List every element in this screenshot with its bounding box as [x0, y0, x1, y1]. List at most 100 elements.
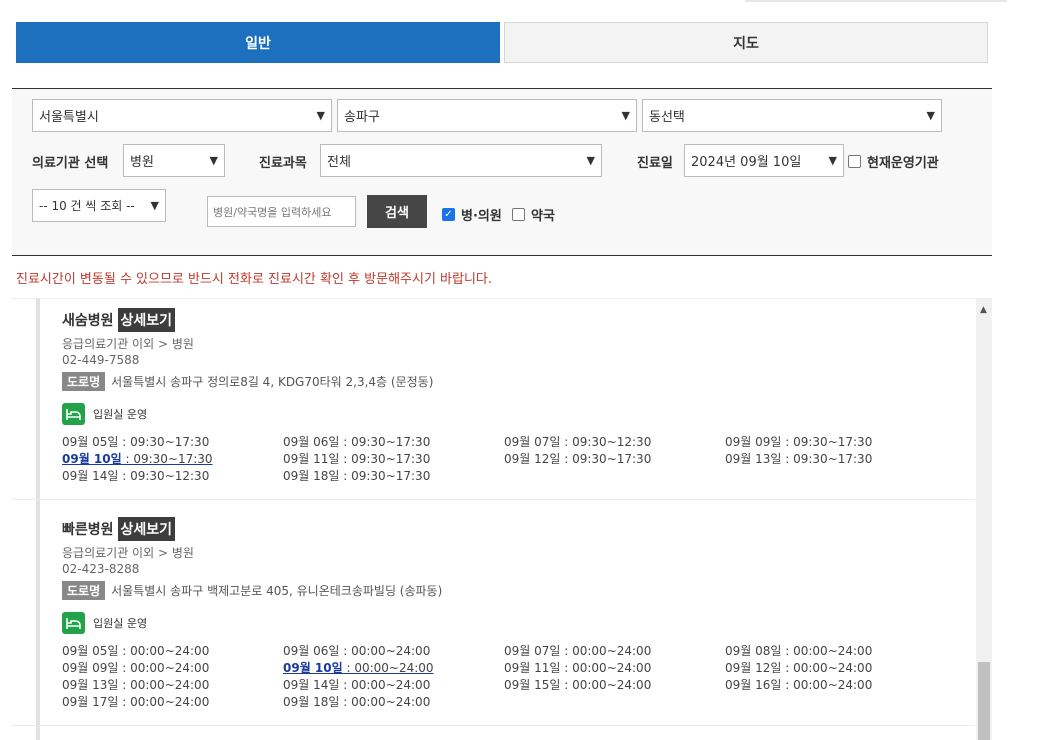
schedule-grid: 09월 05일 : 09:30~17:30 09월 06일 : 09:30~17:…: [62, 434, 962, 484]
schedule-entry: 09월 14일 : 09:30~12:30: [62, 468, 283, 484]
schedule-date: 09월 06일: [283, 435, 340, 449]
schedule-time: : 00:00~24:00: [339, 678, 431, 692]
pharmacy-check-label: 약국: [531, 209, 555, 224]
view-tabs: 일반 지도: [16, 22, 988, 63]
schedule-entry: 09월 13일 : 00:00~24:00: [62, 677, 283, 693]
district-select[interactable]: 송파구 ▼: [337, 99, 637, 132]
schedule-date: 09월 10일: [62, 452, 122, 466]
date-select[interactable]: 2024년 09월 10일 ▼: [684, 144, 844, 177]
tab-general[interactable]: 일반: [16, 22, 500, 63]
schedule-time: : 00:00~24:00: [781, 644, 873, 658]
page-size-select[interactable]: -- 10 건 씩 조회 -- ▼: [32, 189, 166, 222]
schedule-entry: 09월 09일 : 09:30~17:30: [725, 434, 946, 450]
hospital-phone: 02-449-7588: [62, 353, 140, 367]
hospital-address: 도로명 서울특별시 송파구 정의로8길 4, KDG70타워 2,3,4층 (문…: [62, 372, 433, 391]
date-select-value: 2024년 09월 10일: [691, 155, 802, 170]
schedule-entry: 09월 10일 : 09:30~17:30: [62, 451, 283, 467]
chevron-down-icon: ▼: [926, 109, 935, 122]
checkbox-unchecked-icon: [512, 208, 525, 221]
institution-select-value: 병원: [130, 155, 154, 170]
schedule-time: : 00:00~24:00: [560, 644, 652, 658]
schedule-entry: 09월 08일 : 00:00~24:00: [725, 643, 946, 659]
schedule-time: : 09:30~17:30: [339, 435, 431, 449]
road-tag: 도로명: [62, 372, 106, 391]
schedule-time: : 09:30~17:30: [121, 452, 213, 466]
ward-info: 입원실 운영: [62, 403, 147, 425]
schedule-time: : 09:30~17:30: [781, 435, 873, 449]
schedule-time: : 00:00~24:00: [560, 661, 652, 675]
schedule-date: 09월 11일: [283, 452, 340, 466]
schedule-date: 09월 09일: [62, 661, 119, 675]
schedule-entry: 09월 06일 : 09:30~17:30: [283, 434, 504, 450]
schedule-date: 09월 05일: [62, 644, 119, 658]
city-select[interactable]: 서울특별시 ▼: [32, 99, 332, 132]
hospital-name: 새숨병원: [62, 313, 114, 329]
department-select[interactable]: 전체 ▼: [320, 144, 602, 177]
city-select-value: 서울특별시: [39, 110, 99, 125]
hospital-phone: 02-423-8288: [62, 562, 140, 576]
schedule-date: 09월 12일: [725, 661, 782, 675]
schedule-date: 09월 15일: [504, 678, 561, 692]
ward-info: 입원실 운영: [62, 612, 147, 634]
search-input[interactable]: 병원/약국명을 입력하세요: [207, 196, 356, 227]
schedule-entry: 09월 13일 : 09:30~17:30: [725, 451, 946, 467]
schedule-date: 09월 16일: [725, 678, 782, 692]
chevron-down-icon: ▼: [209, 154, 218, 167]
schedule-time: : 09:30~17:30: [781, 452, 873, 466]
dong-select-value: 동선택: [649, 110, 685, 125]
hospital-checkbox[interactable]: ✓ 병·의원: [442, 205, 502, 224]
schedule-entry: 09월 17일 : 00:00~24:00: [62, 694, 283, 710]
chevron-down-icon: ▼: [621, 109, 630, 122]
institution-label: 의료기관 선택: [32, 156, 109, 171]
schedule-time: : 00:00~24:00: [781, 678, 873, 692]
detail-button[interactable]: 상세보기: [117, 517, 176, 541]
schedule-date: 09월 11일: [504, 661, 561, 675]
ward-label: 입원실 운영: [93, 408, 148, 421]
address-text: 서울특별시 송파구 백제고분로 405, 유니온테크송파빌딩 (송파동): [111, 584, 443, 598]
schedule-date: 09월 18일: [283, 469, 340, 483]
schedule-date: 09월 10일: [283, 661, 343, 675]
schedule-entry: 09월 07일 : 09:30~12:30: [504, 434, 725, 450]
schedule-date: 09월 09일: [725, 435, 782, 449]
chevron-down-icon: ▼: [316, 109, 325, 122]
institution-select[interactable]: 병원 ▼: [123, 144, 225, 177]
schedule-entry: 09월 18일 : 00:00~24:00: [283, 694, 504, 710]
schedule-date: 09월 14일: [62, 469, 119, 483]
schedule-entry: 09월 12일 : 09:30~17:30: [504, 451, 725, 467]
search-button[interactable]: 검색: [367, 195, 427, 228]
schedule-entry: 09월 06일 : 00:00~24:00: [283, 643, 504, 659]
schedule-time: : 00:00~24:00: [339, 644, 431, 658]
search-placeholder: 병원/약국명을 입력하세요: [213, 205, 332, 219]
schedule-date: 09월 05일: [62, 435, 119, 449]
hospital-category: 응급의료기관 이외 > 병원: [62, 546, 194, 560]
schedule-entry: 09월 09일 : 00:00~24:00: [62, 660, 283, 676]
schedule-entry: 09월 05일 : 09:30~17:30: [62, 434, 283, 450]
scrollbar-thumb[interactable]: [978, 662, 990, 740]
schedule-date: 09월 06일: [283, 644, 340, 658]
road-tag: 도로명: [62, 581, 106, 600]
schedule-time: : 00:00~24:00: [781, 661, 873, 675]
schedule-date: 09월 14일: [283, 678, 340, 692]
schedule-entry: 09월 07일 : 00:00~24:00: [504, 643, 725, 659]
schedule-time: : 00:00~24:00: [118, 644, 210, 658]
schedule-date: 09월 17일: [62, 695, 119, 709]
tab-map[interactable]: 지도: [504, 22, 988, 63]
department-select-value: 전체: [327, 155, 351, 170]
hospital-title: 새숨병원 상세보기: [62, 308, 176, 332]
operating-checkbox[interactable]: 현재운영기관: [848, 152, 939, 171]
district-select-value: 송파구: [344, 110, 380, 125]
pharmacy-checkbox[interactable]: 약국: [512, 205, 555, 224]
schedule-time: : 09:30~17:30: [560, 452, 652, 466]
scroll-up-arrow-icon[interactable]: ▲: [980, 305, 987, 315]
chevron-down-icon: ▼: [586, 154, 595, 167]
schedule-time: : 09:30~17:30: [339, 452, 431, 466]
detail-button[interactable]: 상세보기: [117, 308, 176, 332]
operating-label: 현재운영기관: [867, 156, 939, 171]
schedule-entry: 09월 05일 : 00:00~24:00: [62, 643, 283, 659]
schedule-time: : 00:00~24:00: [118, 678, 210, 692]
schedule-entry: 09월 16일 : 00:00~24:00: [725, 677, 946, 693]
dong-select[interactable]: 동선택 ▼: [642, 99, 942, 132]
schedule-time: : 00:00~24:00: [342, 661, 434, 675]
schedule-entry: 09월 15일 : 00:00~24:00: [504, 677, 725, 693]
schedule-date: 09월 13일: [62, 678, 119, 692]
